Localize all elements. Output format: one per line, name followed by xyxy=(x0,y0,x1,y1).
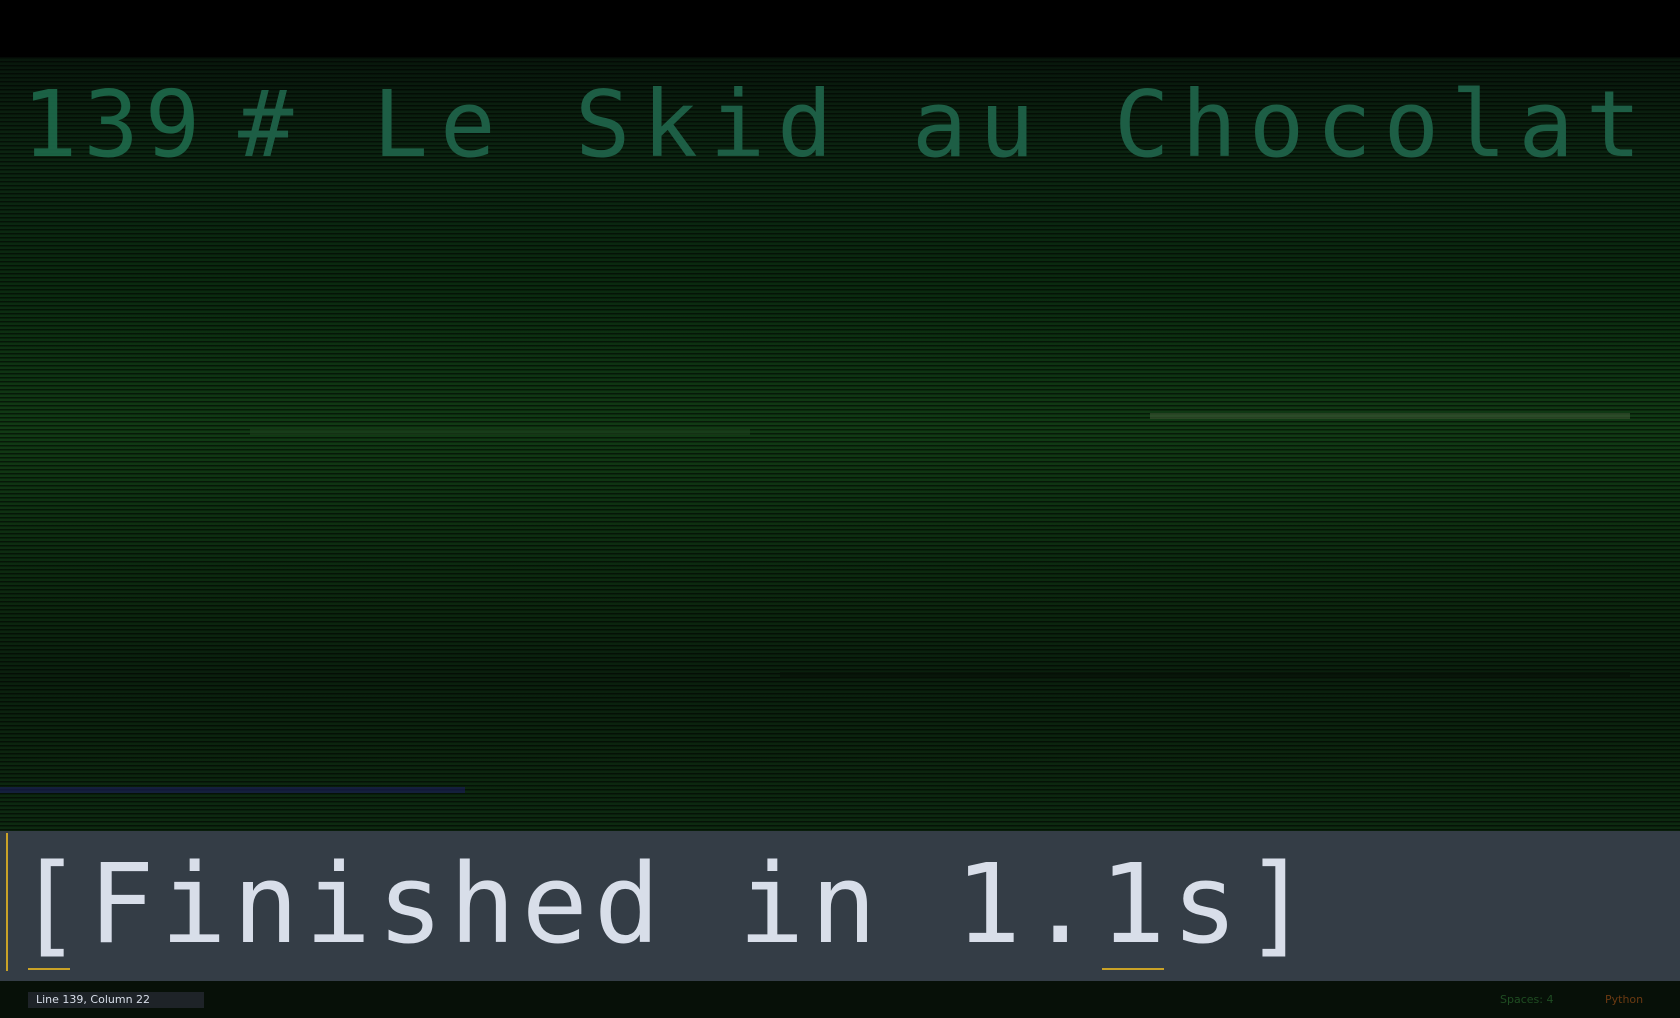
screen: 139 # Le Skid au Chocolat [Finished in 1… xyxy=(0,0,1680,1018)
glitch-band xyxy=(1150,413,1630,419)
cursor-position[interactable]: Line 139, Column 22 xyxy=(28,992,204,1008)
indentation-setting[interactable]: Spaces: 4 xyxy=(1500,993,1553,1006)
build-output-text: [Finished in 1.1s] xyxy=(16,840,1317,968)
line-number: 139 xyxy=(22,71,207,178)
code-comment-line[interactable]: # Le Skid au Chocolat xyxy=(238,79,1653,171)
status-bar: Line 139, Column 22 Spaces: 4 Python xyxy=(0,981,1680,1018)
top-bar xyxy=(0,0,1680,57)
bracket-highlight-right xyxy=(1102,968,1164,970)
bracket-highlight-left xyxy=(28,968,70,970)
text-cursor xyxy=(6,833,8,971)
output-panel[interactable]: [Finished in 1.1s] xyxy=(0,831,1680,981)
syntax-selector[interactable]: Python xyxy=(1605,993,1643,1006)
glitch-band xyxy=(0,787,465,793)
glitch-band xyxy=(780,672,1630,678)
glitch-band xyxy=(250,429,750,435)
editor-area[interactable]: 139 # Le Skid au Chocolat xyxy=(0,57,1680,831)
